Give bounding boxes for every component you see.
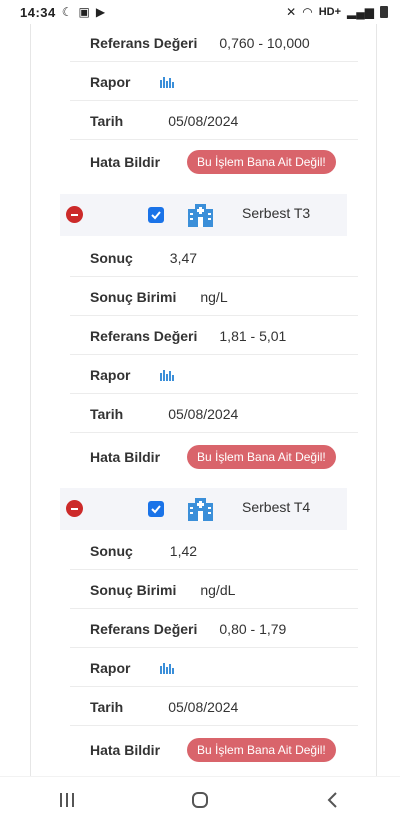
reference-value: 0,80 - 1,79	[219, 620, 287, 637]
result-label: Sonuç	[90, 249, 133, 266]
check-icon	[151, 505, 161, 514]
result-row: Sonuç 1,42	[70, 532, 358, 570]
error-label: Hata Bildir	[90, 742, 161, 758]
error-row: Hata Bildir Bu İşlem Bana Ait Değil!	[70, 438, 358, 476]
mute-icon: ✕	[286, 5, 297, 19]
play-icon: ▶	[95, 5, 106, 19]
moon-icon: ☾	[61, 5, 73, 19]
unit-label: Sonuç Birimi	[90, 581, 177, 598]
reference-label: Referans Değeri	[90, 34, 198, 51]
wifi-icon: ◠	[302, 5, 313, 19]
recents-icon[interactable]	[47, 785, 87, 815]
reference-value: 1,81 - 5,01	[219, 327, 287, 344]
hospital-icon	[188, 204, 213, 227]
gallery-icon: ▣	[78, 5, 90, 19]
bar-chart-icon[interactable]	[160, 662, 175, 674]
unit-row: Sonuç Birimi ng/L	[70, 278, 358, 316]
result-value: 3,47	[169, 249, 198, 266]
reference-row: Referans Değeri 1,81 - 5,01	[70, 317, 358, 355]
test-checkbox[interactable]	[148, 207, 164, 223]
report-row: Rapor	[70, 649, 358, 687]
date-value: 05/08/2024	[168, 112, 239, 129]
status-bar: 14:34 ☾ ▣ ▶ ✕ ◠ HD+ ▂▄▆	[0, 0, 400, 24]
result-value: 1,42	[169, 542, 198, 559]
test-name: Serbest T3	[242, 205, 311, 221]
date-value: 05/08/2024	[168, 698, 239, 715]
date-label: Tarih	[90, 112, 124, 129]
reference-row: Referans Değeri 0,80 - 1,79	[70, 610, 358, 648]
unit-value: ng/L	[200, 288, 228, 305]
date-row: Tarih 05/08/2024	[70, 102, 358, 140]
remove-test-button[interactable]	[66, 500, 83, 517]
reference-value: 0,760 - 10,000	[219, 34, 310, 51]
not-mine-button[interactable]: Bu İşlem Bana Ait Değil!	[187, 150, 336, 174]
remove-test-button[interactable]	[66, 206, 83, 223]
test-name: Serbest T4	[242, 499, 311, 515]
battery-icon	[380, 6, 388, 18]
system-nav-bar	[0, 776, 400, 823]
reference-label: Referans Değeri	[90, 327, 198, 344]
hospital-icon	[188, 498, 213, 521]
date-label: Tarih	[90, 405, 124, 422]
status-time: 14:34	[20, 4, 56, 20]
reference-label: Referans Değeri	[90, 620, 198, 637]
report-label: Rapor	[90, 73, 131, 90]
not-mine-button[interactable]: Bu İşlem Bana Ait Değil!	[187, 738, 336, 762]
error-row: Hata Bildir Bu İşlem Bana Ait Değil!	[70, 143, 358, 181]
error-label: Hata Bildir	[90, 449, 161, 465]
bar-chart-icon[interactable]	[160, 369, 175, 381]
date-row: Tarih 05/08/2024	[70, 688, 358, 726]
back-icon[interactable]	[313, 785, 353, 815]
report-label: Rapor	[90, 659, 131, 676]
hd-indicator: HD+	[318, 6, 342, 18]
unit-label: Sonuç Birimi	[90, 288, 177, 305]
reference-row: Referans Değeri 0,760 - 10,000	[70, 24, 358, 62]
report-row: Rapor	[70, 356, 358, 394]
unit-value: ng/dL	[200, 581, 236, 598]
check-icon	[151, 211, 161, 220]
not-mine-button[interactable]: Bu İşlem Bana Ait Değil!	[187, 445, 336, 469]
result-row: Sonuç 3,47	[70, 239, 358, 277]
error-label: Hata Bildir	[90, 154, 161, 170]
signal-icon: ▂▄▆	[347, 5, 374, 19]
report-label: Rapor	[90, 366, 131, 383]
date-row: Tarih 05/08/2024	[70, 395, 358, 433]
report-row: Rapor	[70, 63, 358, 101]
date-label: Tarih	[90, 698, 124, 715]
home-icon[interactable]	[180, 785, 220, 815]
result-label: Sonuç	[90, 542, 133, 559]
unit-row: Sonuç Birimi ng/dL	[70, 571, 358, 609]
test-checkbox[interactable]	[148, 501, 164, 517]
date-value: 05/08/2024	[168, 405, 239, 422]
bar-chart-icon[interactable]	[160, 76, 175, 88]
error-row: Hata Bildir Bu İşlem Bana Ait Değil!	[70, 731, 358, 769]
